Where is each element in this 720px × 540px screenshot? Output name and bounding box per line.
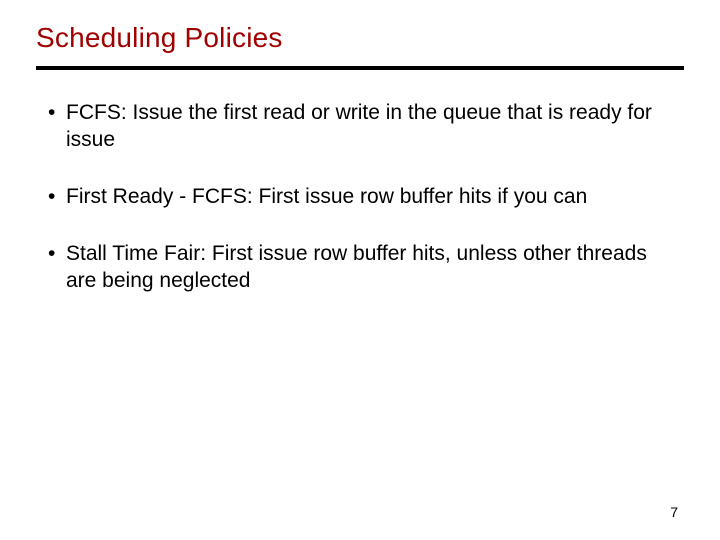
slide: Scheduling Policies FCFS: Issue the firs… [0,0,720,540]
bullet-item: FCFS: Issue the first read or write in t… [48,100,678,154]
bullet-item: Stall Time Fair: First issue row buffer … [48,241,678,295]
page-number: 7 [670,504,678,520]
slide-title: Scheduling Policies [36,22,684,54]
bullet-item: First Ready - FCFS: First issue row buff… [48,184,678,211]
title-underline [36,66,684,70]
bullet-list: FCFS: Issue the first read or write in t… [36,100,684,294]
